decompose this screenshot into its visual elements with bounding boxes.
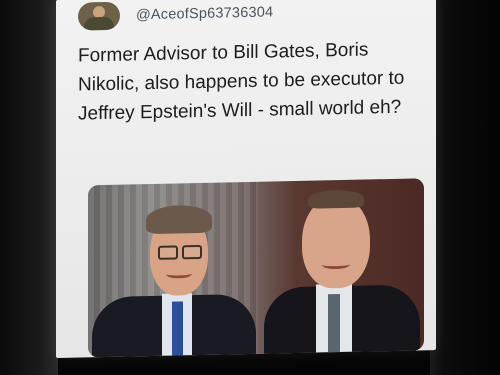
- user-handle[interactable]: @AceofSp63736304: [136, 4, 273, 23]
- person-left-glasses-right: [182, 244, 202, 260]
- person-right-hair: [308, 189, 364, 209]
- tweet-header: @AceofSp63736304: [78, 0, 273, 32]
- person-left-glasses-left: [158, 245, 178, 260]
- person-left-tie: [172, 301, 183, 356]
- tweet-card: @AceofSp63736304 Former Advisor to Bill …: [56, 0, 436, 359]
- person-right-tie: [328, 294, 340, 353]
- photo-person-right: [258, 178, 424, 358]
- person-right-head: [302, 195, 370, 289]
- monitor-bezel-left: [0, 0, 58, 375]
- photo-person-left: [88, 182, 258, 358]
- avatar[interactable]: [78, 1, 120, 31]
- tweet-text: Former Advisor to Bill Gates, Boris Niko…: [78, 39, 405, 125]
- person-left-hair: [146, 204, 212, 235]
- avatar-uniform: [84, 16, 114, 31]
- monitor-bezel-right: [430, 0, 500, 375]
- tweet-photo[interactable]: [88, 178, 424, 358]
